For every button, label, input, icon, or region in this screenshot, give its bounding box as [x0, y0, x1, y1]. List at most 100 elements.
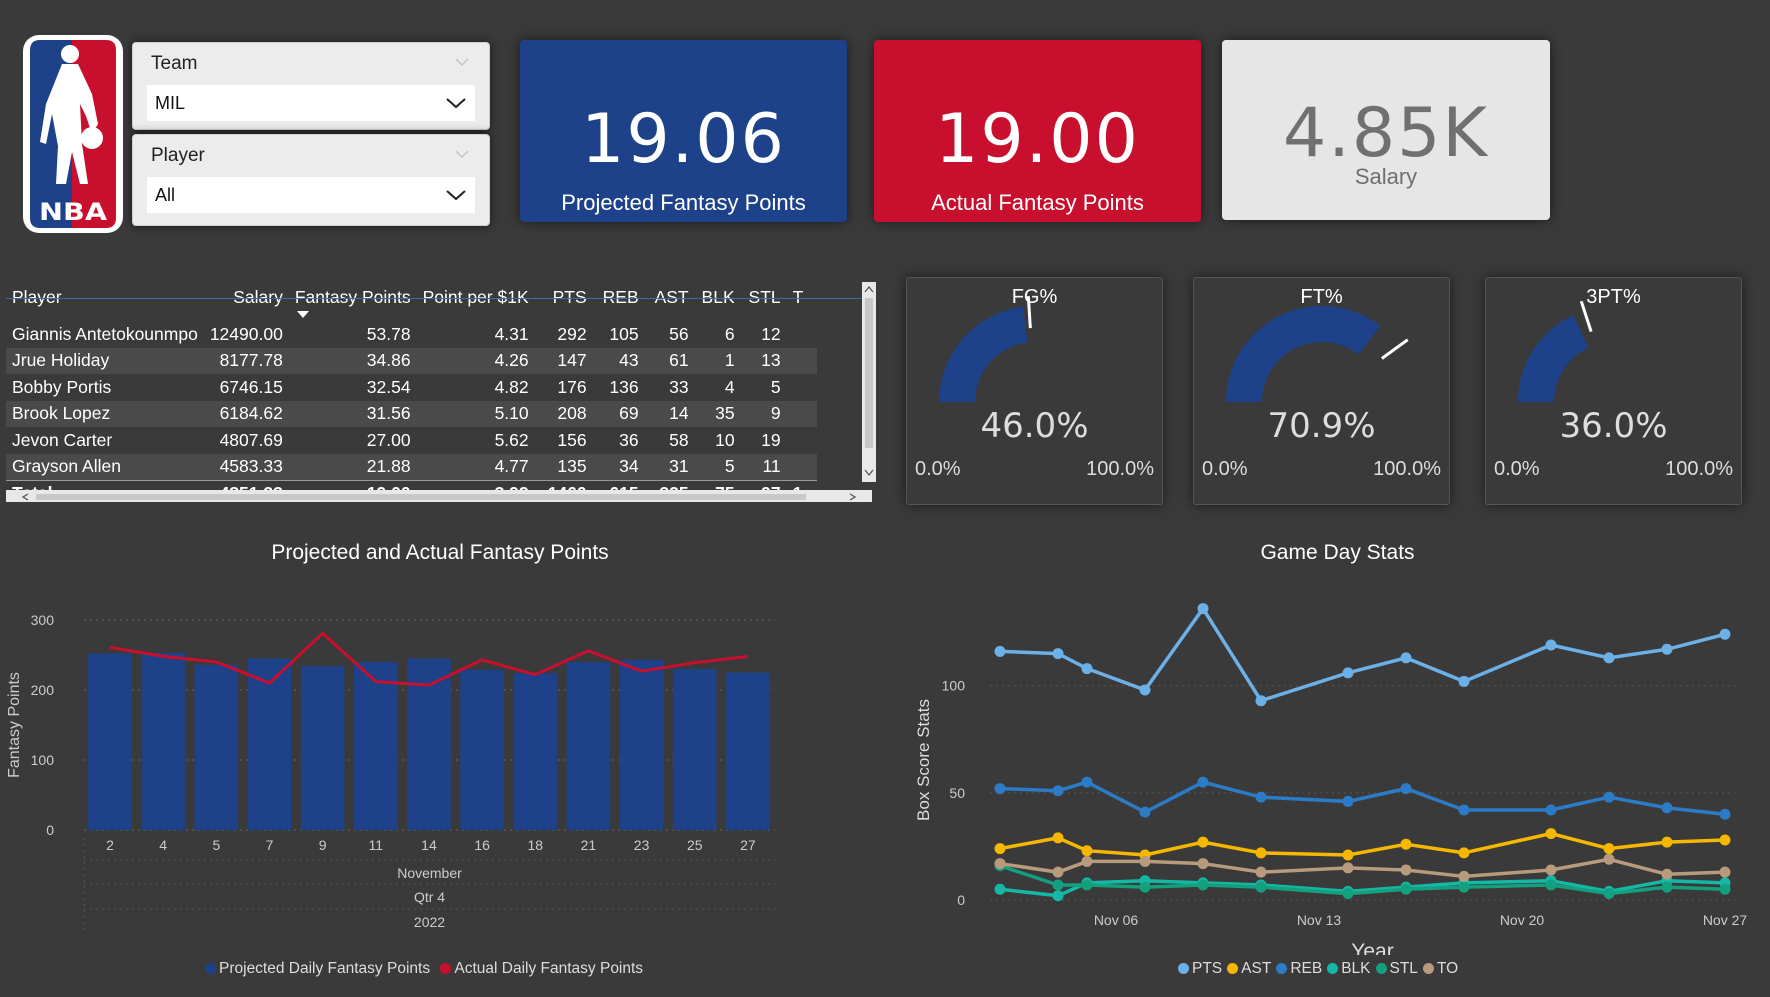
chevron-down-icon[interactable]	[445, 95, 467, 111]
data-point[interactable]	[1255, 866, 1267, 878]
kpi-card-projected[interactable]: 19.06 Projected Fantasy Points	[520, 40, 847, 222]
series-line-pts[interactable]	[999, 605, 1726, 703]
table-row[interactable]: Bobby Portis 6746.15 32.54 4.82 176 136 33 4 5	[6, 374, 817, 401]
data-point[interactable]	[994, 843, 1006, 855]
data-point[interactable]	[1081, 855, 1093, 867]
chevron-down-icon[interactable]	[445, 187, 467, 203]
data-point[interactable]	[1603, 853, 1615, 865]
series-line-to[interactable]	[999, 857, 1726, 879]
data-point[interactable]	[1661, 802, 1673, 814]
table-row[interactable]: Jevon Carter 4807.69 27.00 5.62 156 36 58 10 19	[6, 427, 817, 454]
data-point[interactable]	[1052, 785, 1064, 797]
data-point[interactable]	[1545, 639, 1557, 651]
table-row[interactable]: Giannis Antetokounmpo 12490.00 53.78 4.31 29…	[6, 321, 817, 348]
table-row[interactable]: Brook Lopez 6184.62 31.56 5.10 208 69 14 35 9	[6, 400, 817, 427]
data-point[interactable]	[1661, 868, 1673, 880]
data-point[interactable]	[1603, 652, 1615, 664]
data-point[interactable]	[1342, 849, 1354, 861]
data-point[interactable]	[994, 858, 1006, 870]
data-point[interactable]	[1545, 879, 1557, 891]
data-point[interactable]	[1139, 806, 1151, 818]
data-point[interactable]	[1719, 808, 1731, 820]
data-point[interactable]	[1719, 834, 1731, 846]
bar[interactable]	[300, 666, 345, 830]
vertical-scrollbar[interactable]	[862, 282, 876, 482]
data-point[interactable]	[1719, 866, 1731, 878]
data-point[interactable]	[1603, 888, 1615, 900]
data-point[interactable]	[1052, 648, 1064, 660]
data-point[interactable]	[1081, 845, 1093, 857]
data-point[interactable]	[994, 645, 1006, 657]
data-point[interactable]	[1400, 864, 1412, 876]
data-point[interactable]	[1052, 832, 1064, 844]
game-day-stats-chart[interactable]: 0 50 100 Nov 06 Nov 13 Nov 20 Nov 27 Box Score …	[905, 570, 1770, 955]
gauge-3pt[interactable]: 3PT% 36.0% 0.0% 100.0%	[1485, 277, 1742, 505]
data-point[interactable]	[1342, 888, 1354, 900]
data-point[interactable]	[1661, 643, 1673, 655]
data-point[interactable]	[1458, 804, 1470, 816]
data-point[interactable]	[1197, 776, 1209, 788]
data-point[interactable]	[1139, 684, 1151, 696]
data-point[interactable]	[1342, 862, 1354, 874]
series-line-ast[interactable]	[999, 831, 1726, 857]
player-dropdown[interactable]: All	[147, 177, 475, 213]
data-point[interactable]	[1197, 836, 1209, 848]
data-point[interactable]	[1603, 843, 1615, 855]
kpi-card-actual[interactable]: 19.00 Actual Fantasy Points	[874, 40, 1201, 222]
data-point[interactable]	[1545, 864, 1557, 876]
data-point[interactable]	[1081, 879, 1093, 891]
data-point[interactable]	[1458, 870, 1470, 882]
data-point[interactable]	[1458, 675, 1470, 687]
table-row[interactable]: Grayson Allen 4583.33 21.88 4.77 135 34 31 5 11	[6, 453, 817, 480]
data-point[interactable]	[1255, 791, 1267, 803]
data-point[interactable]	[1458, 881, 1470, 893]
data-point[interactable]	[1139, 855, 1151, 867]
bar[interactable]	[726, 672, 770, 831]
data-point[interactable]	[1342, 795, 1354, 807]
projected-actual-chart[interactable]: 0 100 200 300 Fantasy Points 2 4 5 7 9 11 14 16 18 21 2…	[0, 570, 890, 940]
data-point[interactable]	[1400, 783, 1412, 795]
legend-item[interactable]: REB	[1276, 960, 1322, 977]
player-slicer[interactable]: Player All	[132, 134, 490, 226]
bar[interactable]	[619, 659, 664, 830]
team-slicer[interactable]: Team MIL	[132, 42, 490, 130]
data-point[interactable]	[1052, 890, 1064, 902]
data-point[interactable]	[1661, 836, 1673, 848]
gauge-ft[interactable]: FT% 70.9% 0.0% 100.0%	[1193, 277, 1450, 505]
data-point[interactable]	[1052, 879, 1064, 891]
data-point[interactable]	[1255, 847, 1267, 859]
data-point[interactable]	[1081, 663, 1093, 675]
series-line-reb[interactable]	[999, 780, 1726, 817]
data-point[interactable]	[1400, 838, 1412, 850]
data-point[interactable]	[1197, 603, 1209, 615]
data-point[interactable]	[1545, 804, 1557, 816]
data-point[interactable]	[1255, 881, 1267, 893]
data-point[interactable]	[1400, 883, 1412, 895]
horizontal-scrollbar[interactable]	[6, 490, 872, 502]
table-row[interactable]: Jrue Holiday 8177.78 34.86 4.26 147 43 61 1 13	[6, 347, 817, 374]
data-point[interactable]	[1197, 858, 1209, 870]
data-point[interactable]	[1400, 652, 1412, 664]
data-point[interactable]	[994, 883, 1006, 895]
data-point[interactable]	[1719, 883, 1731, 895]
kpi-card-salary[interactable]: 4.85K Salary	[1222, 40, 1550, 220]
data-point[interactable]	[994, 783, 1006, 795]
bar[interactable]	[513, 673, 558, 830]
data-point[interactable]	[1661, 881, 1673, 893]
bar[interactable]	[672, 669, 717, 830]
legend-item[interactable]: AST	[1227, 960, 1271, 977]
bar[interactable]	[194, 664, 239, 830]
data-point[interactable]	[1255, 695, 1267, 707]
data-point[interactable]	[1052, 866, 1064, 878]
bar[interactable]	[460, 669, 504, 830]
data-point[interactable]	[1458, 847, 1470, 859]
legend-item[interactable]: PTS	[1178, 960, 1222, 977]
bar[interactable]	[88, 653, 132, 830]
bar[interactable]	[354, 662, 398, 830]
gauge-fg[interactable]: FG% 46.0% 0.0% 100.0%	[906, 277, 1163, 505]
data-point[interactable]	[1197, 879, 1209, 891]
data-point[interactable]	[1081, 776, 1093, 788]
legend-item[interactable]: TO	[1422, 960, 1458, 977]
legend-item[interactable]: BLK	[1327, 960, 1371, 977]
bar[interactable]	[141, 652, 185, 830]
